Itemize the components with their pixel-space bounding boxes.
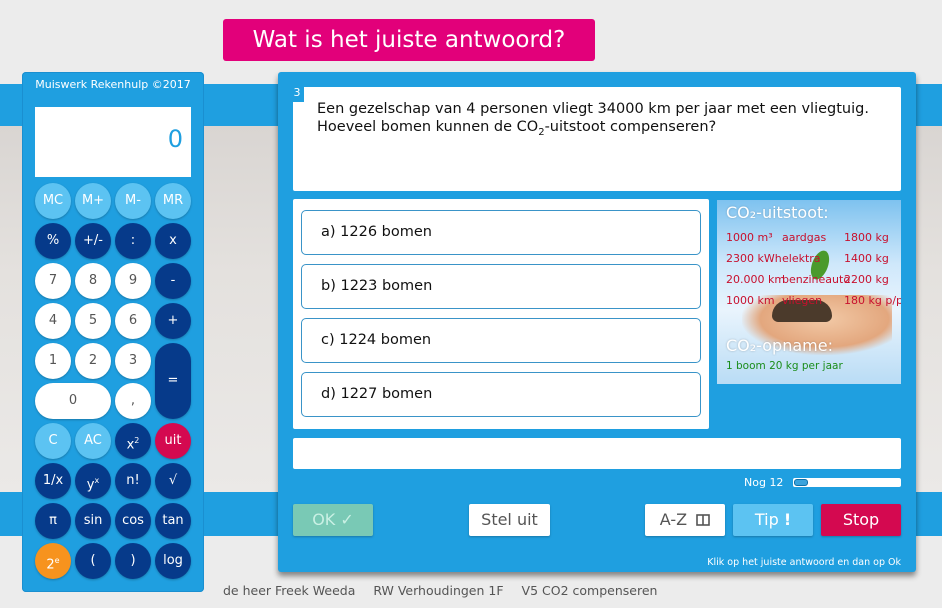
key-clear[interactable]: C — [35, 423, 71, 459]
footer-exercise: V5 CO2 compenseren — [521, 583, 658, 598]
key-sin[interactable]: sin — [75, 503, 111, 539]
key-5[interactable]: 5 — [75, 303, 111, 339]
co2-row-value: 1400 kg — [844, 252, 889, 265]
answer-input[interactable] — [293, 438, 901, 469]
ok-button[interactable]: OK ✓ — [293, 504, 373, 536]
co2-info-image: CO₂-uitstoot: 1000 m³ aardgas 1800 kg 23… — [717, 200, 901, 384]
footer-course: RW Verhoudingen 1F — [373, 583, 504, 598]
co2-absorption-heading: CO₂-opname: — [726, 336, 833, 355]
question-line-2: Hoeveel bomen kunnen de CO2-uitstoot com… — [317, 118, 891, 142]
co2-row-value: 1800 kg — [844, 231, 889, 244]
key-power[interactable]: yx — [75, 463, 111, 499]
co2-row-amount: 20.000 km — [726, 273, 786, 286]
co2-row-source: aardgas — [782, 231, 827, 244]
key-reciprocal[interactable]: 1/x — [35, 463, 71, 499]
exclamation-icon: ! — [783, 510, 792, 529]
calculator-display: 0 — [35, 107, 191, 177]
key-second-base: 2 — [46, 557, 55, 573]
question-number: 3 — [290, 86, 304, 102]
co2-absorption-text: 1 boom 20 kg per jaar — [726, 360, 843, 372]
key-plus-minus[interactable]: +/- — [75, 223, 111, 259]
book-icon — [696, 505, 711, 537]
key-second-function[interactable]: 2e — [35, 543, 71, 579]
key-equals[interactable]: = — [155, 343, 191, 419]
co2-row-source: elektra — [782, 252, 821, 265]
key-comma[interactable]: , — [115, 383, 151, 419]
key-4[interactable]: 4 — [35, 303, 71, 339]
co2-row-source: vliegen — [782, 294, 823, 307]
co2-row-value: 180 kg p/p — [844, 294, 901, 307]
key-mr[interactable]: MR — [155, 183, 191, 219]
key-all-clear[interactable]: AC — [75, 423, 111, 459]
glossary-label: A-Z — [659, 510, 688, 529]
progress-fill — [794, 479, 808, 486]
progress-bar — [793, 478, 901, 487]
key-multiply[interactable]: x — [155, 223, 191, 259]
tip-label: Tip — [754, 510, 779, 529]
answer-option-b[interactable]: b) 1223 bomen — [301, 264, 701, 309]
co2-emission-heading: CO₂-uitstoot: — [726, 203, 829, 222]
key-0[interactable]: 0 — [35, 383, 111, 419]
key-log[interactable]: log — [155, 543, 191, 579]
calculator: Muiswerk Rekenhulp ©2017 0 MC M+ M- MR %… — [22, 72, 204, 592]
exercise-panel: 3 Een gezelschap van 4 personen vliegt 3… — [278, 72, 916, 572]
question-line-1: Een gezelschap van 4 personen vliegt 340… — [317, 101, 869, 117]
key-6[interactable]: 6 — [115, 303, 151, 339]
key-minus[interactable]: - — [155, 263, 191, 299]
tip-button[interactable]: Tip ! — [733, 504, 813, 536]
key-m-plus[interactable]: M+ — [75, 183, 111, 219]
progress-label: Nog 12 — [744, 476, 784, 489]
footer-teacher: de heer Freek Weeda — [223, 583, 356, 598]
key-mc[interactable]: MC — [35, 183, 71, 219]
answer-option-d[interactable]: d) 1227 bomen — [301, 372, 701, 417]
key-plus[interactable]: + — [155, 303, 191, 339]
question-text: Een gezelschap van 4 personen vliegt 340… — [293, 87, 901, 191]
key-divide[interactable]: : — [115, 223, 151, 259]
stop-button[interactable]: Stop — [821, 504, 901, 536]
key-2[interactable]: 2 — [75, 343, 111, 379]
page-title: Wat is het juiste antwoord? — [223, 19, 595, 61]
instruction-hint: Klik op het juiste antwoord en dan op Ok — [707, 557, 901, 568]
co2-row-source: benzineauto — [782, 273, 851, 286]
answer-options: a) 1226 bomen b) 1223 bomen c) 1224 bome… — [293, 199, 709, 429]
key-factorial[interactable]: n! — [115, 463, 151, 499]
question-line-2-pre: Hoeveel bomen kunnen de CO — [317, 119, 539, 135]
key-off[interactable]: uit — [155, 423, 191, 459]
key-second-exp: e — [54, 556, 60, 565]
glossary-button[interactable]: A-Z — [645, 504, 725, 536]
key-percent[interactable]: % — [35, 223, 71, 259]
co2-row-amount: 1000 m³ — [726, 231, 773, 244]
key-left-paren[interactable]: ( — [75, 543, 111, 579]
key-3[interactable]: 3 — [115, 343, 151, 379]
co2-row-value: 2200 kg — [844, 273, 889, 286]
question-line-2-post: -uitstoot compenseren? — [544, 119, 717, 135]
co2-row-amount: 2300 kWh — [726, 252, 782, 265]
key-cos[interactable]: cos — [115, 503, 151, 539]
key-right-paren[interactable]: ) — [115, 543, 151, 579]
key-m-minus[interactable]: M- — [115, 183, 151, 219]
answer-option-c[interactable]: c) 1224 bomen — [301, 318, 701, 363]
co2-row-amount: 1000 km — [726, 294, 775, 307]
footer-info: de heer Freek Weeda RW Verhoudingen 1F V… — [223, 583, 671, 598]
answer-option-a[interactable]: a) 1226 bomen — [301, 210, 701, 255]
calculator-title: Muiswerk Rekenhulp ©2017 — [35, 78, 191, 91]
key-square-exp: 2 — [134, 436, 140, 445]
key-7[interactable]: 7 — [35, 263, 71, 299]
postpone-button[interactable]: Stel uit — [469, 504, 550, 536]
key-tan[interactable]: tan — [155, 503, 191, 539]
key-1[interactable]: 1 — [35, 343, 71, 379]
key-8[interactable]: 8 — [75, 263, 111, 299]
key-square[interactable]: x2 — [115, 423, 151, 459]
key-power-exp: x — [94, 476, 100, 485]
key-pi[interactable]: π — [35, 503, 71, 539]
key-sqrt[interactable]: √ — [155, 463, 191, 499]
key-9[interactable]: 9 — [115, 263, 151, 299]
